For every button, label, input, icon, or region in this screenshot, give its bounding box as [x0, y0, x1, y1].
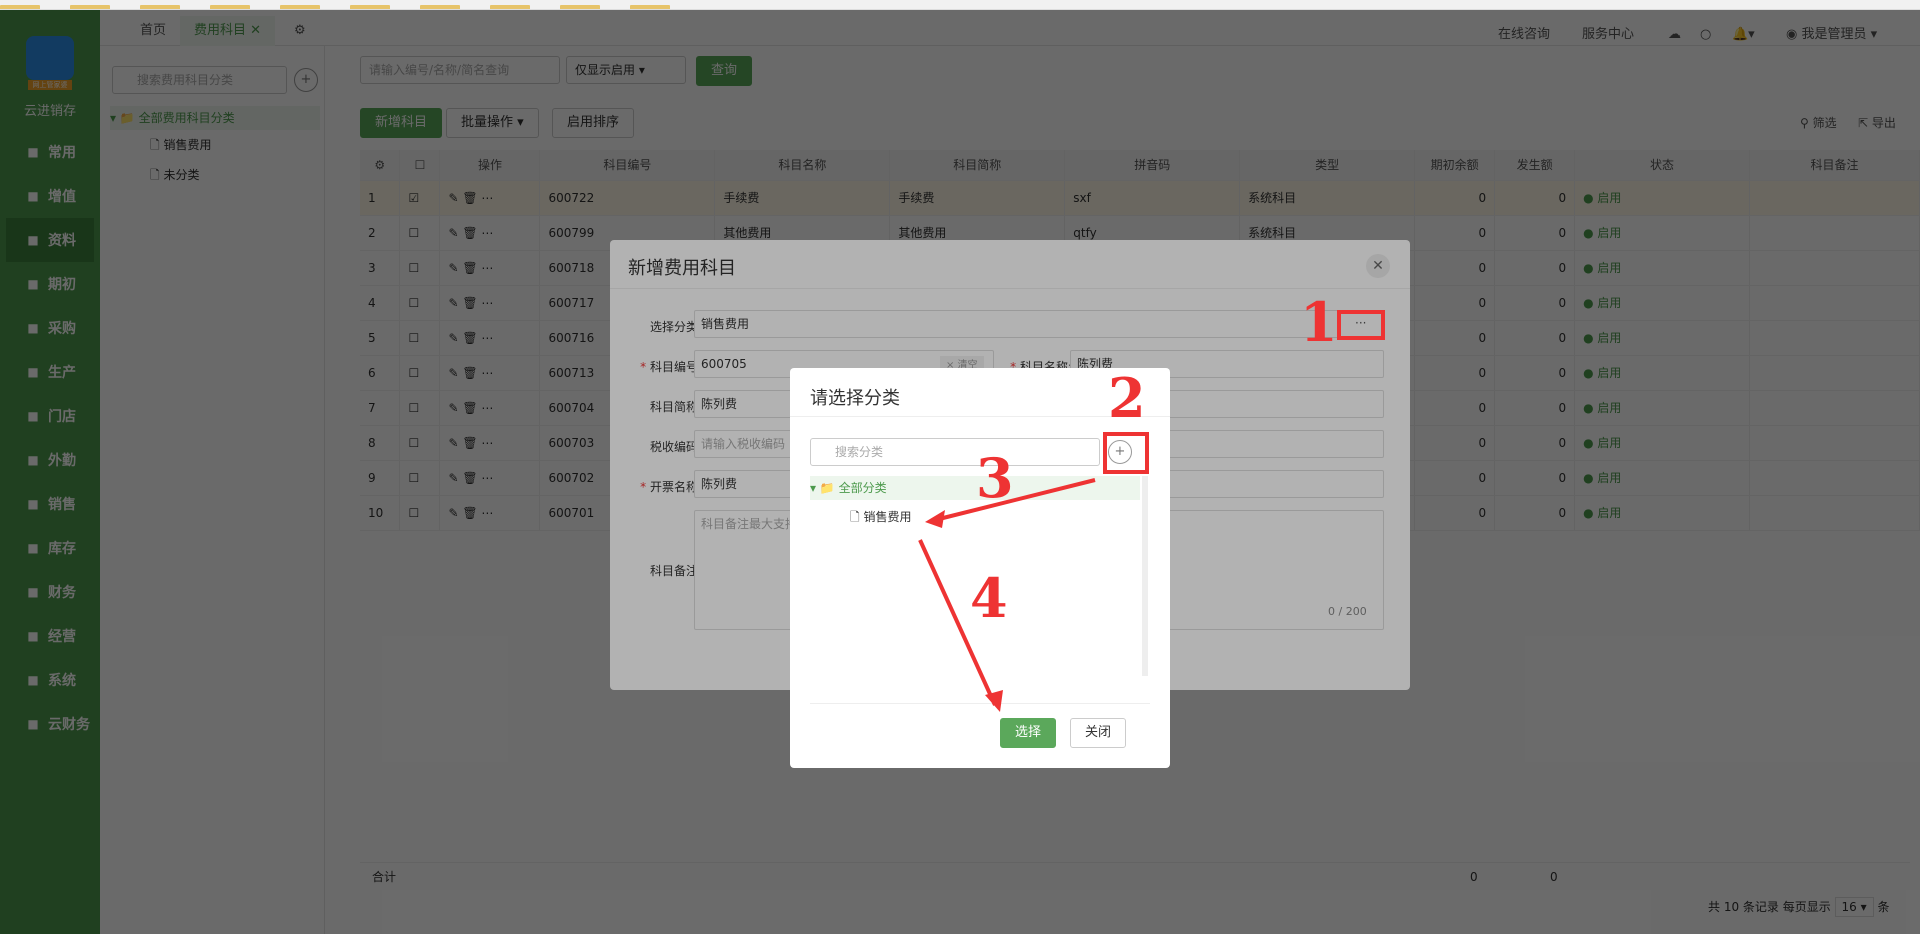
- arrow-4: [918, 539, 997, 706]
- arrow-3-head: [925, 510, 945, 528]
- annotation-arrows: [918, 478, 1096, 712]
- arrow-3: [934, 478, 1096, 522]
